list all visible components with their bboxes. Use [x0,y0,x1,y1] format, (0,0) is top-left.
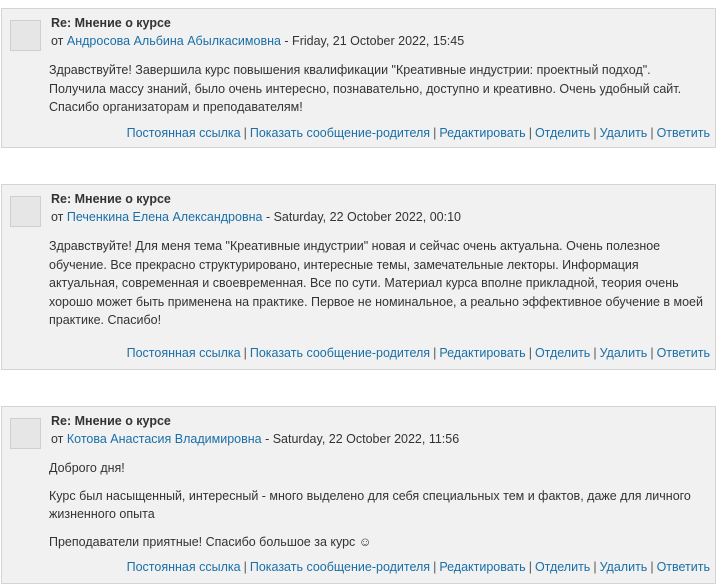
post-byline: от Андросова Альбина Абылкасимовна - Fri… [51,34,464,48]
post-subject: Re: Мнение о курсе [51,16,171,30]
by-prefix: от [51,34,64,48]
delete-link[interactable]: Удалить [600,126,648,140]
post-paragraph: Преподаватели приятные! Спасибо большое … [49,534,372,549]
separator: | [433,126,437,140]
post-paragraph: Здравствуйте! Для меня тема "Креативные … [49,239,703,327]
reply-link[interactable]: Ответить [657,126,710,140]
post-date: - Friday, 21 October 2022, 15:45 [280,34,465,48]
post-subject: Re: Мнение о курсе [51,414,171,428]
separator: | [528,346,532,360]
post-content: Доброго дня! Курс был насыщенный, интере… [49,459,705,551]
permalink-link[interactable]: Постоянная ссылка [127,126,241,140]
separator: | [243,126,247,140]
author-link[interactable]: Печенкина Елена Александровна [67,210,263,224]
post-date: - Saturday, 22 October 2022, 11:56 [261,432,460,446]
forum-post: Re: Мнение о курсе от Котова Анастасия В… [1,406,716,584]
show-parent-link[interactable]: Показать сообщение-родителя [250,126,430,140]
post-commands: Постоянная ссылка | Показать сообщение-род… [127,560,710,574]
post-content: Здравствуйте! Завершила курс повышения к… [49,61,705,117]
author-link[interactable]: Котова Анастасия Владимировна [67,432,262,446]
edit-link[interactable]: Редактировать [439,560,525,574]
separator: | [243,346,247,360]
reply-link[interactable]: Ответить [657,346,710,360]
separator: | [650,560,654,574]
post-content: Здравствуйте! Для меня тема "Креативные … [49,237,705,330]
forum-post: Re: Мнение о курсе от Печенкина Елена Ал… [1,184,716,370]
by-prefix: от [51,432,64,446]
separator: | [650,126,654,140]
delete-link[interactable]: Удалить [600,346,648,360]
post-commands: Постоянная ссылка | Показать сообщение-род… [127,346,710,360]
user-avatar-icon [11,197,40,226]
post-paragraph: Доброго дня! [49,461,125,475]
post-paragraph: Курс был насыщенный, интересный - много … [49,488,691,522]
delete-link[interactable]: Удалить [600,560,648,574]
separator: | [433,346,437,360]
post-date: - Saturday, 22 October 2022, 00:10 [262,210,461,224]
user-avatar-icon [11,419,40,448]
split-link[interactable]: Отделить [535,346,590,360]
avatar[interactable] [10,196,41,227]
post-paragraph: Здравствуйте! Завершила курс повышения к… [49,63,682,114]
edit-link[interactable]: Редактировать [439,346,525,360]
edit-link[interactable]: Редактировать [439,126,525,140]
author-link[interactable]: Андросова Альбина Абылкасимовна [67,34,281,48]
post-commands: Постоянная ссылка | Показать сообщение-род… [127,126,710,140]
separator: | [593,346,597,360]
split-link[interactable]: Отделить [535,126,590,140]
split-link[interactable]: Отделить [535,560,590,574]
separator: | [243,560,247,574]
user-avatar-icon [11,21,40,50]
separator: | [650,346,654,360]
post-subject: Re: Мнение о курсе [51,192,171,206]
separator: | [593,126,597,140]
reply-link[interactable]: Ответить [657,560,710,574]
show-parent-link[interactable]: Показать сообщение-родителя [250,346,430,360]
separator: | [433,560,437,574]
post-byline: от Печенкина Елена Александровна - Satur… [51,210,461,224]
avatar[interactable] [10,418,41,449]
separator: | [528,560,532,574]
post-byline: от Котова Анастасия Владимировна - Satur… [51,432,459,446]
show-parent-link[interactable]: Показать сообщение-родителя [250,560,430,574]
permalink-link[interactable]: Постоянная ссылка [127,346,241,360]
by-prefix: от [51,210,64,224]
avatar[interactable] [10,20,41,51]
separator: | [593,560,597,574]
forum-post: Re: Мнение о курсе от Андросова Альбина … [1,8,716,148]
permalink-link[interactable]: Постоянная ссылка [127,560,241,574]
separator: | [528,126,532,140]
